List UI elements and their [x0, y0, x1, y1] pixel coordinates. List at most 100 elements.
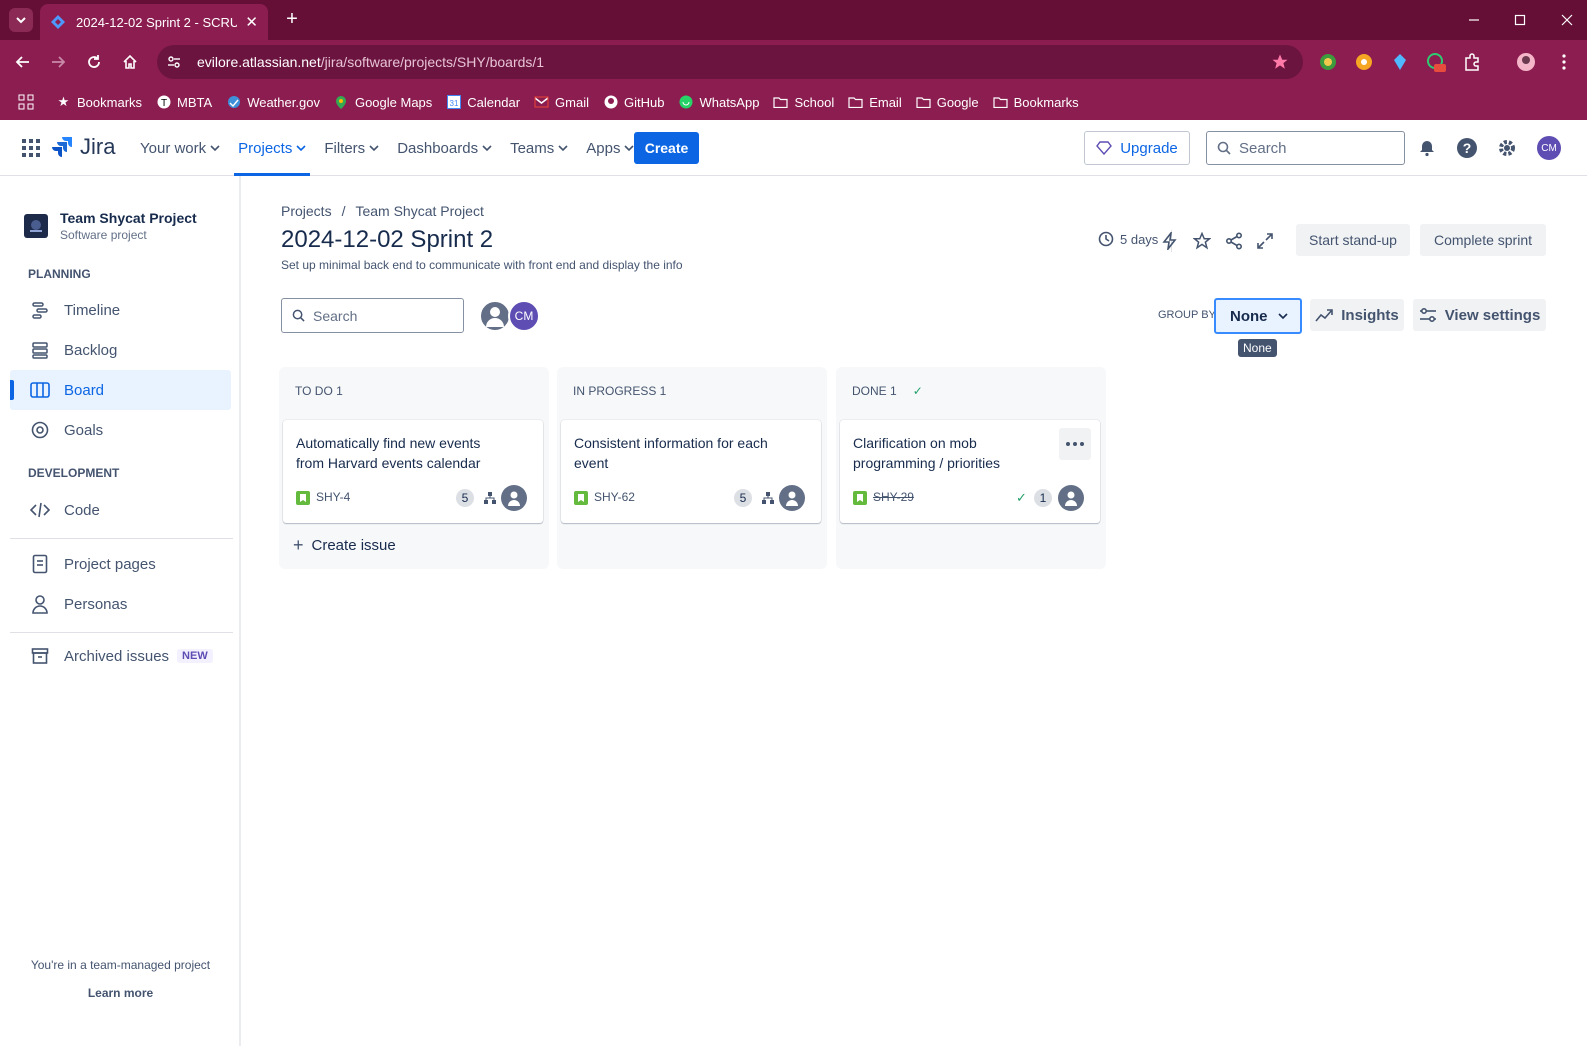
bookmark-item[interactable]: 31 Calendar — [446, 95, 520, 110]
fullscreen-icon[interactable] — [1254, 230, 1276, 252]
bookmark-item[interactable]: GitHub — [603, 95, 664, 110]
apps-grid-bookmark[interactable] — [18, 94, 34, 110]
issue-card[interactable]: Clarification on mob programming / prior… — [840, 420, 1100, 523]
issue-key[interactable]: SHY-4 — [316, 490, 350, 504]
board-search-input[interactable]: Search — [281, 298, 464, 333]
bookmark-folder[interactable]: Google — [916, 95, 979, 110]
bookmark-item[interactable]: Gmail — [534, 95, 589, 110]
nav-apps[interactable]: Apps — [586, 120, 635, 176]
bookmark-star-icon[interactable] — [1271, 53, 1289, 71]
tab-search-button[interactable] — [9, 8, 33, 32]
issue-key[interactable]: SHY-29 — [873, 490, 914, 504]
bookmark-folder[interactable]: Email — [848, 95, 902, 110]
automation-lightning-icon[interactable] — [1159, 230, 1181, 252]
group-by-select[interactable]: None — [1214, 298, 1302, 334]
assignee-avatar[interactable] — [501, 485, 527, 511]
insights-chart-icon — [1315, 309, 1334, 322]
child-issues-icon[interactable] — [761, 491, 775, 505]
create-issue-button[interactable]: + Create issue — [293, 535, 396, 556]
new-tab-button[interactable]: + — [280, 8, 304, 32]
site-info-icon[interactable] — [167, 55, 181, 69]
app-switcher-icon[interactable] — [20, 137, 42, 159]
nav-label: Apps — [586, 139, 621, 157]
user-avatar[interactable]: CM — [1537, 136, 1561, 160]
close-tab-icon[interactable]: ✕ — [245, 13, 258, 31]
home-icon[interactable] — [118, 50, 142, 74]
days-label: 5 days — [1120, 231, 1159, 247]
forward-icon[interactable] — [46, 50, 70, 74]
sidebar-item-goals[interactable]: Goals — [10, 410, 231, 450]
extension-off-icon[interactable] — [1426, 52, 1446, 72]
star-icon[interactable] — [1191, 230, 1213, 252]
issue-card[interactable]: Automatically find new events from Harva… — [283, 420, 543, 523]
back-icon[interactable] — [11, 50, 35, 74]
profile-avatar-icon[interactable] — [1516, 52, 1536, 72]
bookmark-folder[interactable]: School — [773, 95, 834, 110]
card-title: Clarification on mob programming / prior… — [853, 435, 1001, 471]
more-menu-icon[interactable] — [1554, 52, 1574, 72]
extension-green-icon[interactable] — [1318, 52, 1338, 72]
breadcrumb-project[interactable]: Team Shycat Project — [355, 203, 483, 219]
assignee-avatar[interactable] — [1058, 485, 1084, 511]
sidebar-item-backlog[interactable]: Backlog — [10, 330, 231, 370]
notifications-bell-icon[interactable] — [1415, 136, 1439, 160]
upgrade-button[interactable]: Upgrade — [1084, 131, 1190, 165]
extensions-puzzle-icon[interactable] — [1462, 52, 1482, 72]
sidebar-divider — [10, 632, 233, 633]
jira-logo[interactable]: Jira — [52, 134, 115, 160]
maximize-icon[interactable] — [1508, 8, 1532, 32]
maps-pin-icon — [334, 95, 349, 110]
nav-projects[interactable]: Projects — [234, 120, 311, 176]
sidebar-item-code[interactable]: Code — [10, 490, 231, 530]
complete-sprint-button[interactable]: Complete sprint — [1420, 224, 1546, 256]
minimize-icon[interactable] — [1462, 8, 1486, 32]
bookmark-item[interactable]: WhatsApp — [678, 95, 759, 110]
share-icon[interactable] — [1223, 230, 1245, 252]
timeline-icon — [30, 300, 50, 320]
breadcrumb-projects[interactable]: Projects — [281, 203, 332, 219]
bookmark-item[interactable]: ★ Bookmarks — [56, 94, 142, 110]
bookmark-folder[interactable]: Bookmarks — [993, 95, 1079, 110]
bookmark-item[interactable]: T MBTA — [156, 95, 212, 110]
address-bar[interactable]: evilore.atlassian.net/jira/software/proj… — [157, 45, 1303, 79]
learn-more-link[interactable]: Learn more — [0, 986, 241, 1000]
help-icon[interactable]: ? — [1455, 136, 1479, 160]
nav-dashboards[interactable]: Dashboards — [397, 120, 492, 176]
global-search-input[interactable]: Search — [1206, 131, 1405, 165]
issue-key[interactable]: SHY-62 — [594, 490, 635, 504]
sidebar-item-board[interactable]: Board — [10, 370, 231, 410]
bookmark-item[interactable]: Google Maps — [334, 95, 432, 110]
close-window-icon[interactable] — [1555, 8, 1579, 32]
issue-card[interactable]: Consistent information for each event SH… — [561, 420, 821, 523]
bookmark-label: Google — [936, 94, 979, 110]
sidebar-item-archived-issues[interactable]: Archived issues NEW — [10, 636, 231, 676]
assignee-avatar[interactable] — [779, 485, 805, 511]
settings-gear-icon[interactable] — [1495, 136, 1519, 160]
nav-filters[interactable]: Filters — [324, 120, 379, 176]
sidebar-item-personas[interactable]: Personas — [10, 584, 231, 624]
story-icon — [853, 491, 867, 505]
view-settings-button[interactable]: View settings — [1413, 299, 1546, 331]
unassigned-avatar[interactable] — [479, 300, 511, 332]
board-main: Projects / Team Shycat Project 2024-12-0… — [243, 176, 1587, 1046]
extension-orange-icon[interactable] — [1354, 52, 1374, 72]
card-more-actions-button[interactable] — [1059, 428, 1091, 460]
chevron-down-icon — [296, 145, 306, 152]
nav-teams[interactable]: Teams — [510, 120, 568, 176]
browser-tab-active[interactable]: 2024-12-02 Sprint 2 - SCRUM b ✕ — [40, 4, 268, 40]
sprint-days-remaining[interactable]: 5 days — [1098, 231, 1158, 247]
jira-logo-text: Jira — [80, 134, 116, 159]
create-button[interactable]: Create — [634, 132, 699, 164]
sidebar-item-timeline[interactable]: Timeline — [10, 290, 231, 330]
nav-your-work[interactable]: Your work — [140, 120, 220, 176]
bookmark-item[interactable]: Weather.gov — [226, 95, 320, 110]
project-header[interactable]: Team Shycat Project Software project — [24, 210, 197, 242]
nav-label: Filters — [324, 139, 366, 157]
start-standup-button[interactable]: Start stand-up — [1296, 224, 1410, 256]
member-avatar[interactable]: CM — [508, 300, 540, 332]
insights-button[interactable]: Insights — [1310, 299, 1404, 331]
sidebar-item-project-pages[interactable]: Project pages — [10, 544, 231, 584]
child-issues-icon[interactable] — [483, 491, 497, 505]
extension-diamond-icon[interactable] — [1390, 52, 1410, 72]
reload-icon[interactable] — [82, 50, 106, 74]
